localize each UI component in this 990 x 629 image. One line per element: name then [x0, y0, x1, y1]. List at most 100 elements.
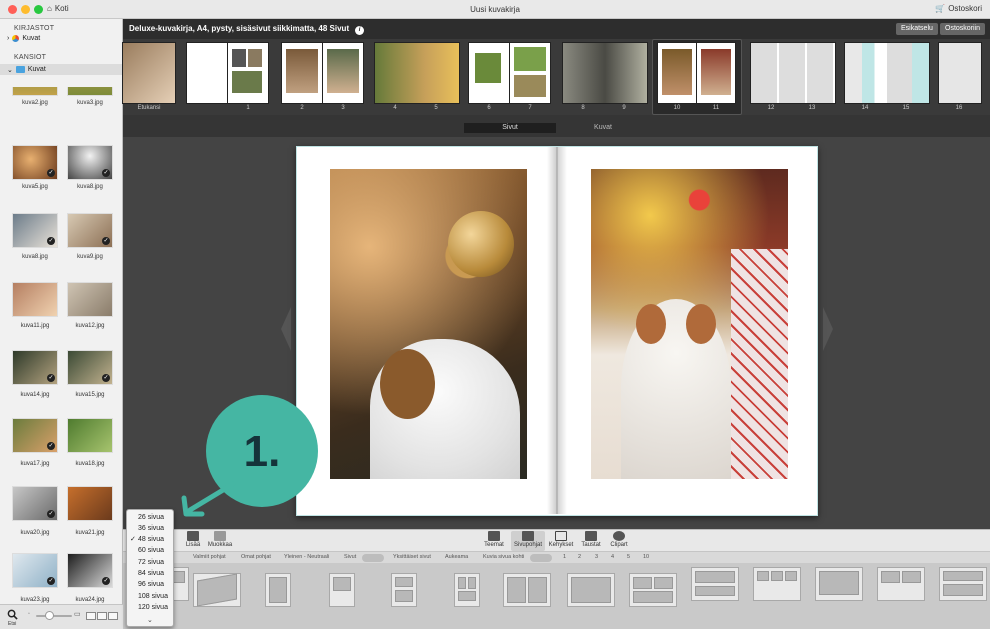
page-thumb-11[interactable]: [697, 43, 735, 103]
photo-thumbnail[interactable]: ✓: [67, 213, 113, 248]
search-icon[interactable]: [7, 609, 18, 620]
page-thumb-1a[interactable]: [187, 43, 227, 103]
page-thumb-16[interactable]: [939, 43, 981, 103]
previous-page-arrow-icon[interactable]: [281, 307, 291, 351]
photo-thumbnail[interactable]: ✓: [67, 145, 113, 180]
grid-view-icon[interactable]: [86, 612, 96, 620]
photo-thumbnail[interactable]: [67, 418, 113, 453]
add-to-cart-button[interactable]: Ostoskoriin: [940, 23, 986, 35]
page-thumb-4-5[interactable]: [375, 43, 459, 103]
photo-thumbnail[interactable]: ✓: [67, 553, 113, 588]
folder-icon: [15, 66, 25, 73]
frames-button[interactable]: Kehykset: [546, 531, 576, 549]
thumbnail-label: kuva9.jpg: [77, 254, 103, 260]
page-thumb-12-13[interactable]: [751, 43, 835, 103]
chevron-right-icon[interactable]: ›: [7, 35, 9, 42]
page-thumb-1[interactable]: [228, 43, 268, 103]
next-page-arrow-icon[interactable]: [823, 307, 833, 351]
page-thumb-14-15[interactable]: [845, 43, 929, 103]
photo-thumbnail[interactable]: [67, 486, 113, 521]
filter-category[interactable]: Yleinen - Neutraali: [284, 554, 329, 560]
layout-template[interactable]: [454, 573, 480, 607]
photo-thumbnail[interactable]: ✓: [12, 213, 58, 248]
layout-template[interactable]: [265, 573, 291, 607]
layout-template[interactable]: [503, 573, 551, 607]
photo-thumbnail[interactable]: ✓: [67, 350, 113, 385]
menu-item-26[interactable]: 26 sivua: [127, 513, 175, 523]
menu-item-120[interactable]: 120 sivua: [127, 603, 175, 613]
layout-template[interactable]: [391, 573, 417, 607]
count-option-4[interactable]: 4: [611, 554, 614, 560]
layouts-button[interactable]: Sivupohjat: [511, 531, 545, 551]
filter-single-pages[interactable]: Yksittäiset sivut: [393, 554, 431, 560]
count-option-5[interactable]: 5: [627, 554, 630, 560]
photo-thumbnail[interactable]: [67, 282, 113, 317]
clipart-button[interactable]: Clipart: [604, 531, 634, 549]
themes-button[interactable]: Teemat: [479, 531, 509, 549]
list-view-icon[interactable]: [97, 612, 107, 620]
layout-template[interactable]: [691, 567, 739, 601]
filter-ready-templates[interactable]: Valmiit pohjat: [193, 554, 226, 560]
library-item-photos[interactable]: › Kuvat: [7, 35, 40, 42]
menu-item-36[interactable]: 36 sivua: [127, 524, 175, 534]
layout-template[interactable]: [329, 573, 355, 607]
photo-thumbnail[interactable]: [12, 282, 58, 317]
info-icon[interactable]: i: [355, 26, 365, 35]
page-thumb-7[interactable]: [510, 43, 550, 103]
chevron-down-icon[interactable]: ⌄: [7, 66, 13, 74]
page-label: 1: [246, 105, 250, 111]
menu-item-60[interactable]: 60 sivua: [127, 546, 175, 556]
photo-thumbnail[interactable]: ✓: [12, 553, 58, 588]
photo-thumbnail[interactable]: ✓: [12, 145, 58, 180]
photo-thumbnail[interactable]: [67, 87, 113, 96]
menu-item-72[interactable]: 72 sivua: [127, 558, 175, 568]
filter-own-templates[interactable]: Omat pohjat: [241, 554, 271, 560]
layout-template[interactable]: [567, 573, 615, 607]
layout-template[interactable]: [629, 573, 677, 607]
page-thumb-8-9[interactable]: [563, 43, 647, 103]
page-thumb-cover[interactable]: [123, 43, 175, 103]
scroll-down-chevron-icon[interactable]: ⌄: [147, 616, 153, 624]
tab-pages[interactable]: Sivut: [464, 123, 556, 133]
photo-dog-with-ornament[interactable]: [330, 169, 527, 479]
add-button[interactable]: Lisää: [178, 531, 208, 549]
pages-toggle[interactable]: [362, 554, 384, 562]
menu-item-96[interactable]: 96 sivua: [127, 580, 175, 590]
page-thumb-6[interactable]: [469, 43, 509, 103]
cart-button[interactable]: 🛒 Ostoskori: [935, 4, 982, 13]
menu-item-84[interactable]: 84 sivua: [127, 569, 175, 579]
folder-item-photos[interactable]: ⌄ Kuvat: [0, 64, 123, 75]
filter-spread[interactable]: Aukeama: [445, 554, 468, 560]
photo-thumbnail[interactable]: ✓: [12, 418, 58, 453]
photo-thumbnail[interactable]: ✓: [12, 486, 58, 521]
small-photo-icon: ▫: [28, 611, 30, 617]
layout-template[interactable]: [193, 573, 241, 607]
page-count-dropdown-menu[interactable]: 26 sivua 36 sivua ✓ 48 sivua 60 sivua 72 …: [126, 509, 174, 627]
detail-view-icon[interactable]: [108, 612, 118, 620]
photo-thumbnail[interactable]: [12, 87, 58, 96]
page-thumb-2[interactable]: [282, 43, 322, 103]
thumbnail-size-slider[interactable]: [36, 615, 72, 617]
backgrounds-button[interactable]: Taustat: [576, 531, 606, 549]
layout-template[interactable]: [753, 567, 801, 601]
layout-template[interactable]: [939, 567, 987, 601]
slider-knob[interactable]: [45, 611, 54, 620]
count-option-1[interactable]: 1: [563, 554, 566, 560]
layout-template[interactable]: [877, 567, 925, 601]
menu-item-48[interactable]: ✓ 48 sivua: [127, 535, 175, 545]
count-option-10[interactable]: 10: [643, 554, 649, 560]
photos-per-page-toggle[interactable]: [530, 554, 552, 562]
photo-dog-christmas[interactable]: [591, 169, 788, 479]
page-thumb-3[interactable]: [323, 43, 363, 103]
count-option-3[interactable]: 3: [595, 554, 598, 560]
layout-template[interactable]: [815, 567, 863, 601]
page-spread[interactable]: [296, 146, 818, 516]
edit-button[interactable]: Muokkaa: [205, 531, 235, 549]
callout-arrow-icon: [181, 481, 236, 517]
preview-button[interactable]: Esikatselu: [896, 23, 938, 35]
count-option-2[interactable]: 2: [578, 554, 581, 560]
page-thumb-10[interactable]: [658, 43, 696, 103]
photo-thumbnail[interactable]: ✓: [12, 350, 58, 385]
tab-photos[interactable]: Kuvat: [557, 123, 649, 133]
menu-item-108[interactable]: 108 sivua: [127, 592, 175, 602]
